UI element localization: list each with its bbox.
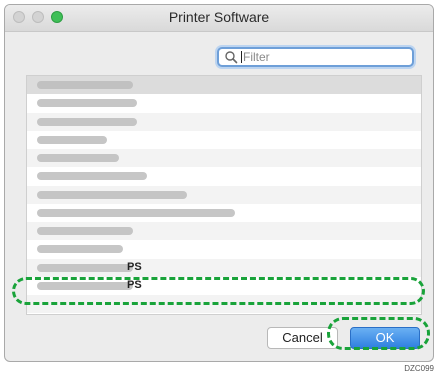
list-header-row	[27, 76, 421, 95]
list-item[interactable]	[27, 240, 421, 258]
list-item[interactable]	[27, 112, 421, 131]
ps-driver-label: PS	[127, 260, 142, 273]
title-bar: Printer Software	[5, 5, 433, 32]
list-item[interactable]	[27, 222, 421, 241]
window-title: Printer Software	[168, 9, 270, 25]
list-item[interactable]: PS	[27, 258, 421, 277]
text-caret	[241, 51, 242, 63]
list-item[interactable]	[27, 185, 421, 204]
figure-code: DZC099	[404, 364, 434, 373]
ok-button-highlight	[327, 317, 430, 350]
blurred-header-label	[37, 81, 133, 89]
filter-search-field[interactable]	[217, 47, 414, 67]
printer-software-dialog: Printer Software PS PS Cancel O	[4, 4, 434, 362]
list-item[interactable]	[27, 167, 421, 185]
list-item[interactable]	[27, 94, 421, 112]
selected-item-highlight	[12, 277, 425, 305]
search-icon	[225, 51, 238, 64]
list-item[interactable]	[27, 131, 421, 149]
list-item[interactable]	[27, 204, 421, 222]
list-item[interactable]	[27, 149, 421, 168]
filter-input[interactable]	[243, 50, 408, 64]
